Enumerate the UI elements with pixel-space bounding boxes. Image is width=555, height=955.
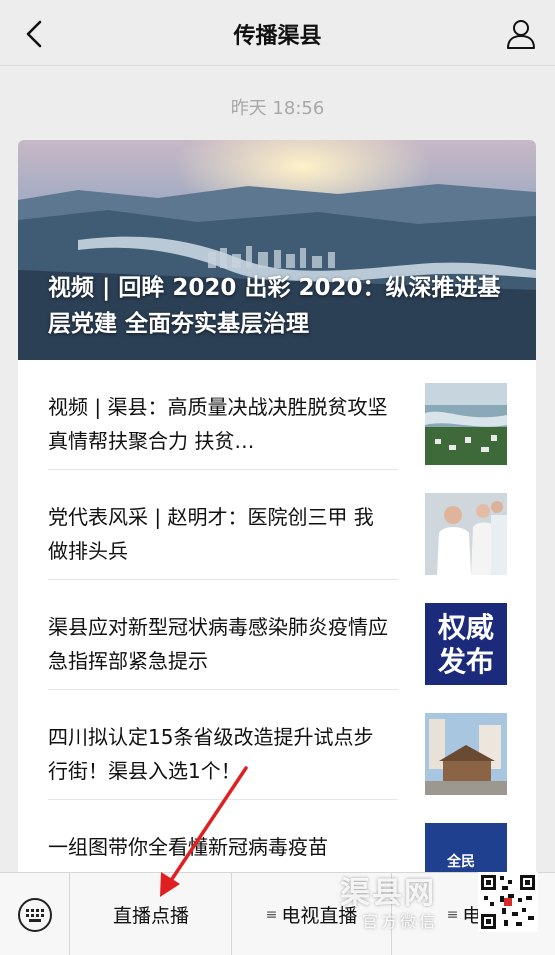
vaccine-thumbnail: 全民	[425, 823, 507, 876]
nav-header: 传播渠县	[0, 0, 555, 66]
list-item[interactable]: 一组图带你全看懂新冠病毒疫苗 全民	[18, 800, 536, 876]
list-item[interactable]: 四川拟认定15条省级改造提升试点步行街！渠县入选1个！	[18, 690, 536, 800]
message-timestamp: 昨天 18:56	[230, 98, 325, 119]
menu-live-vod[interactable]: 直播点播	[71, 873, 232, 955]
hero-article[interactable]: 视频 | 回眸 2020 出彩 2020：纵深推进基层党建 全面夯实基层治理	[18, 140, 536, 360]
article-title: 渠县应对新型冠状病毒感染肺炎疫情应急指挥部紧急提示	[48, 615, 388, 673]
watermark-logo: 渠县网	[340, 876, 436, 911]
qr-code-image	[478, 872, 538, 932]
pedestrian-street-thumbnail	[425, 713, 507, 795]
list-item[interactable]: 视频 | 渠县：高质量决战决胜脱贫攻坚 真情帮扶聚合力 扶贫…	[18, 360, 536, 470]
list-item[interactable]: 党代表风采 | 赵明才：医院创三甲 我做排头兵	[18, 470, 536, 580]
authority-release-thumbnail: 权威发布	[425, 603, 507, 685]
authority-release-label: 权威发布	[437, 611, 494, 678]
hero-title: 视频 | 回眸 2020 出彩 2020：纵深推进基层党建 全面夯实基层治理	[48, 275, 501, 337]
article-title: 党代表风采 | 赵明才：医院创三甲 我做排头兵	[48, 505, 374, 563]
submenu-icon: ≡	[265, 906, 278, 923]
list-item[interactable]: 渠县应对新型冠状病毒感染肺炎疫情应急指挥部紧急提示 权威发布	[18, 580, 536, 690]
article-card[interactable]: 视频 | 回眸 2020 出彩 2020：纵深推进基层党建 全面夯实基层治理 视…	[18, 140, 536, 876]
article-title: 四川拟认定15条省级改造提升试点步行街！渠县入选1个！	[48, 725, 374, 783]
article-title: 一组图带你全看懂新冠病毒疫苗	[48, 835, 328, 859]
keyboard-icon	[17, 897, 52, 932]
vaccine-thumb-label: 全民	[447, 854, 475, 870]
bottom-menu-bar: 直播点播 ≡ 电视直播 ≡ 电台	[0, 872, 555, 955]
article-title: 视频 | 渠县：高质量决战决胜脱贫攻坚 真情帮扶聚合力 扶贫…	[48, 395, 388, 453]
aerial-town-thumbnail	[425, 383, 507, 465]
doctors-thumbnail	[425, 493, 507, 575]
watermark-subtitle: 官方微信	[362, 912, 439, 931]
user-icon	[507, 20, 535, 49]
menu-live-vod-label: 直播点播	[112, 905, 189, 927]
profile-button[interactable]	[501, 14, 541, 54]
submenu-icon: ≡	[446, 906, 459, 923]
keyboard-toggle-button[interactable]	[0, 873, 70, 955]
page-title: 传播渠县	[233, 24, 322, 49]
